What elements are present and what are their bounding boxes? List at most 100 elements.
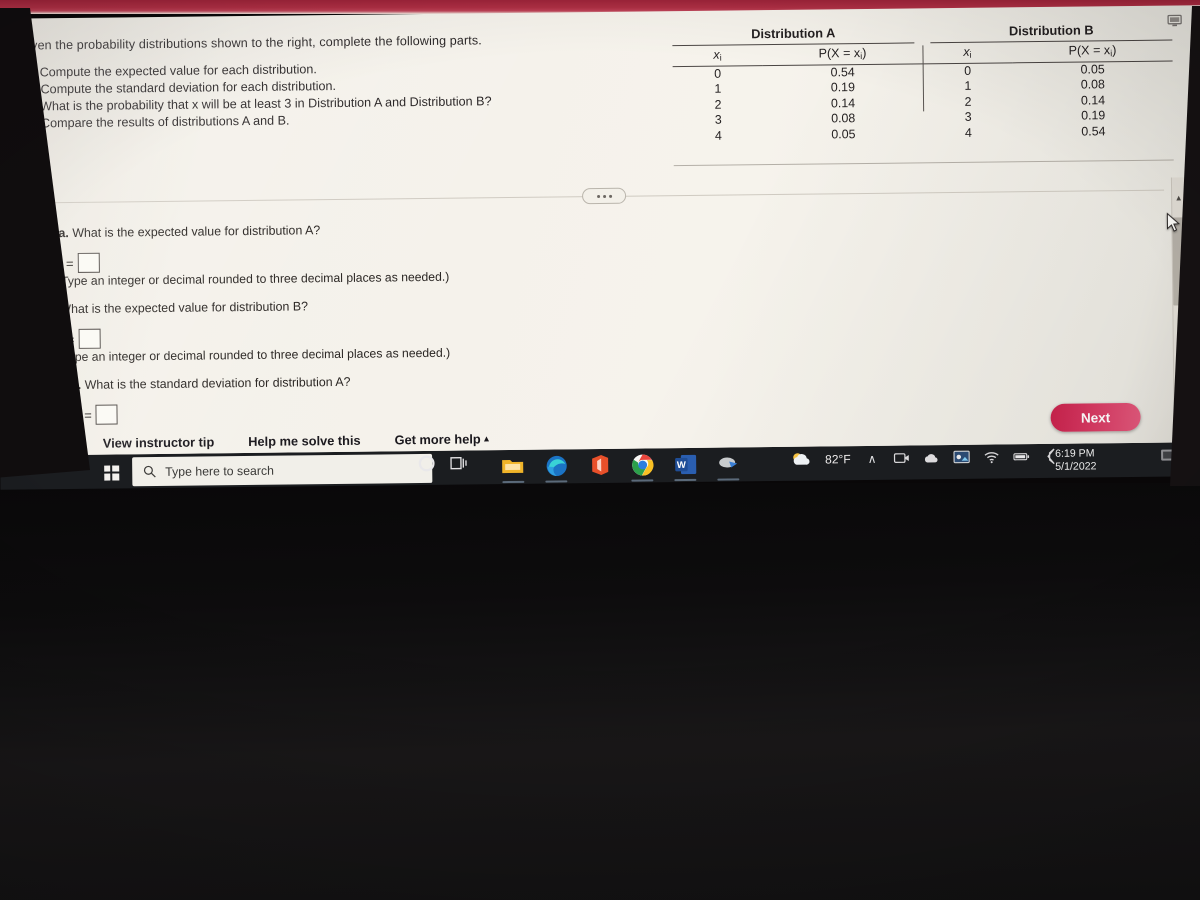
mu-b-input[interactable]: [78, 328, 101, 349]
weather-temperature-label[interactable]: 82°F: [825, 452, 851, 466]
windows-logo-q3: [103, 473, 111, 481]
dist-a-x-2: 2: [714, 97, 722, 112]
display-icon[interactable]: [953, 449, 971, 466]
get-more-help-label: Get more help: [394, 431, 481, 448]
cortana-circle-icon[interactable]: [418, 455, 435, 472]
onedrive-cloud-icon[interactable]: [924, 449, 941, 466]
next-button[interactable]: Next: [1050, 402, 1141, 432]
question-b-expected-text: What is the expected value for distribut…: [59, 299, 309, 317]
svg-text:W: W: [676, 459, 685, 470]
problem-part-a-text: Compute the expected value for each dist…: [39, 62, 317, 80]
table-bottom-rule: [673, 159, 1174, 167]
problem-part-c-text: What is the probability that x will be a…: [39, 94, 492, 114]
laptop-deck: esc f1 f2 f3 f4 f5 f6 f7 f8 f9 f10 f11 f…: [0, 483, 1200, 900]
distributions-body: xi 0 1 2 3 4 P(X = xi) 0.54 0.19 0.14 0.…: [672, 40, 1173, 145]
system-tray: 82°F ∧: [790, 448, 1061, 468]
weather-partly-cloudy-icon[interactable]: [790, 451, 812, 468]
dist-a-p-1: 0.19: [830, 80, 856, 95]
dist-b-x-1: 1: [964, 79, 972, 94]
problem-statement: Given the probability distributions show…: [18, 33, 539, 133]
distributions-table: Distribution A Distribution B xi 0 1 2 3…: [672, 21, 1173, 145]
dist-a-p-header: P(X = xi): [762, 43, 923, 67]
dist-b-p-1: 0.08: [1080, 77, 1105, 92]
start-button[interactable]: [94, 458, 128, 486]
taskbar-app-google-chrome[interactable]: [629, 451, 655, 482]
dist-a-x-column: xi 0 1 2 3 4: [672, 45, 763, 144]
dist-a-p-column: P(X = xi) 0.54 0.19 0.14 0.08 0.05: [762, 43, 923, 143]
dist-b-p-3: 0.19: [1081, 108, 1106, 123]
section-separator: [24, 182, 1165, 211]
taskbar-running-indicator: [631, 479, 654, 482]
taskbar-system-buttons: [418, 454, 468, 472]
dist-b-p-suffix: ): [1112, 43, 1117, 58]
chevron-up-tray-icon[interactable]: ∧: [864, 450, 881, 467]
search-placeholder-label: Type here to search: [165, 463, 274, 479]
laptop-photo: Given the probability distributions show…: [0, 0, 1200, 900]
mouse-cursor: [1166, 212, 1181, 232]
search-icon: [143, 465, 156, 478]
question-a: a. What is the expected value for distri…: [58, 217, 666, 242]
windows-logo-q4: [112, 473, 119, 481]
taskbar-running-indicator: [545, 480, 568, 483]
wifi-icon[interactable]: [984, 448, 1001, 465]
dist-b-p-4: 0.54: [1081, 123, 1106, 139]
camera-icon[interactable]: [894, 449, 911, 466]
dist-b-p-2: 0.14: [1080, 93, 1106, 108]
dist-a-x-4: 4: [714, 128, 722, 143]
dist-b-x-header-sub: i: [969, 49, 972, 60]
dist-b-p-column: P(X = xi) 0.05 0.08 0.14 0.19 0.54: [1012, 40, 1173, 141]
sigma-a-input[interactable]: [95, 404, 118, 425]
dist-b-x-header: xi: [922, 42, 1013, 65]
dist-a-p-2: 0.14: [830, 95, 856, 111]
question-a-label: a.: [58, 226, 69, 241]
get-more-help-link[interactable]: Get more help ▴: [395, 431, 489, 447]
question-a-text: What is the expected value for distribut…: [72, 223, 321, 241]
question-b-stddev-text: What is the standard deviation for distr…: [84, 374, 351, 392]
dist-a-p-prefix: P(X = x: [818, 46, 861, 61]
ellipsis-dot-2: [602, 194, 606, 198]
microsoft-word-icon: W: [674, 454, 696, 474]
taskbar-search-box[interactable]: Type here to search: [132, 453, 433, 487]
taskbar-running-indicator: [674, 478, 697, 482]
taskbar-running-indicator: [502, 480, 525, 484]
distribution-a-columns: xi 0 1 2 3 4 P(X = xi) 0.54 0.19 0.14 0.…: [672, 43, 923, 144]
windows-logo-q2: [112, 464, 119, 472]
answer-area: a. What is the expected value for distri…: [46, 217, 668, 426]
dist-b-p-header: P(X = xi): [1012, 40, 1173, 64]
clock-time: 6:19 PM: [1055, 447, 1095, 460]
courseware-page: Given the probability distributions show…: [0, 5, 1200, 471]
ellipsis-dot-3: [608, 194, 612, 198]
task-view-icon[interactable]: [450, 455, 468, 471]
file-explorer-icon: [502, 460, 524, 474]
taskbar-clock[interactable]: 6:19 PM 5/1/2022: [1055, 447, 1097, 473]
dist-b-p-prefix: P(X = x: [1068, 43, 1111, 58]
help-me-solve-this-link[interactable]: Help me solve this: [248, 433, 361, 449]
laptop-screen: Given the probability distributions show…: [0, 5, 1200, 487]
taskbar-app-microsoft-office[interactable]: [586, 452, 612, 478]
dist-a-x-0: 0: [714, 66, 722, 81]
question-b-stddev: b. What is the standard deviation for di…: [70, 369, 668, 394]
taskbar-app-file-explorer[interactable]: [500, 453, 526, 484]
windows-logo-icon: [103, 464, 119, 481]
dist-a-x-header-sub: i: [719, 52, 722, 63]
chevron-up-icon: ▴: [484, 433, 489, 444]
battery-icon[interactable]: [1013, 448, 1031, 465]
dist-a-x-3: 3: [714, 112, 722, 127]
problem-lead: Given the probability distributions show…: [18, 33, 482, 53]
problem-part-b-text: Compute the standard deviation for each …: [40, 79, 337, 97]
more-options-ellipsis-button[interactable]: [581, 187, 627, 205]
distribution-b-columns: xi 0 1 2 3 4 P(X = xi) 0.05 0.08 0.14 0.…: [922, 40, 1173, 142]
problem-parts: a. Compute the expected value for each d…: [19, 59, 540, 133]
display-window-icon[interactable]: [1167, 14, 1182, 27]
dist-a-x-header: xi: [672, 45, 763, 68]
mu-a-input[interactable]: [77, 252, 100, 273]
taskbar-app-microsoft-word[interactable]: W: [672, 451, 698, 482]
dist-a-p-4: 0.05: [831, 126, 856, 142]
problem-part-d-text: Compare the results of distributions A a…: [40, 113, 290, 131]
google-chrome-icon: [631, 453, 653, 476]
taskbar-app-microsoft-edge[interactable]: [543, 452, 569, 483]
view-instructor-tip-link[interactable]: View instructor tip: [103, 434, 215, 450]
dist-b-p-0: 0.05: [1080, 62, 1105, 77]
taskbar-app-unknown[interactable]: [715, 450, 741, 481]
dist-b-x-0: 0: [964, 63, 972, 78]
